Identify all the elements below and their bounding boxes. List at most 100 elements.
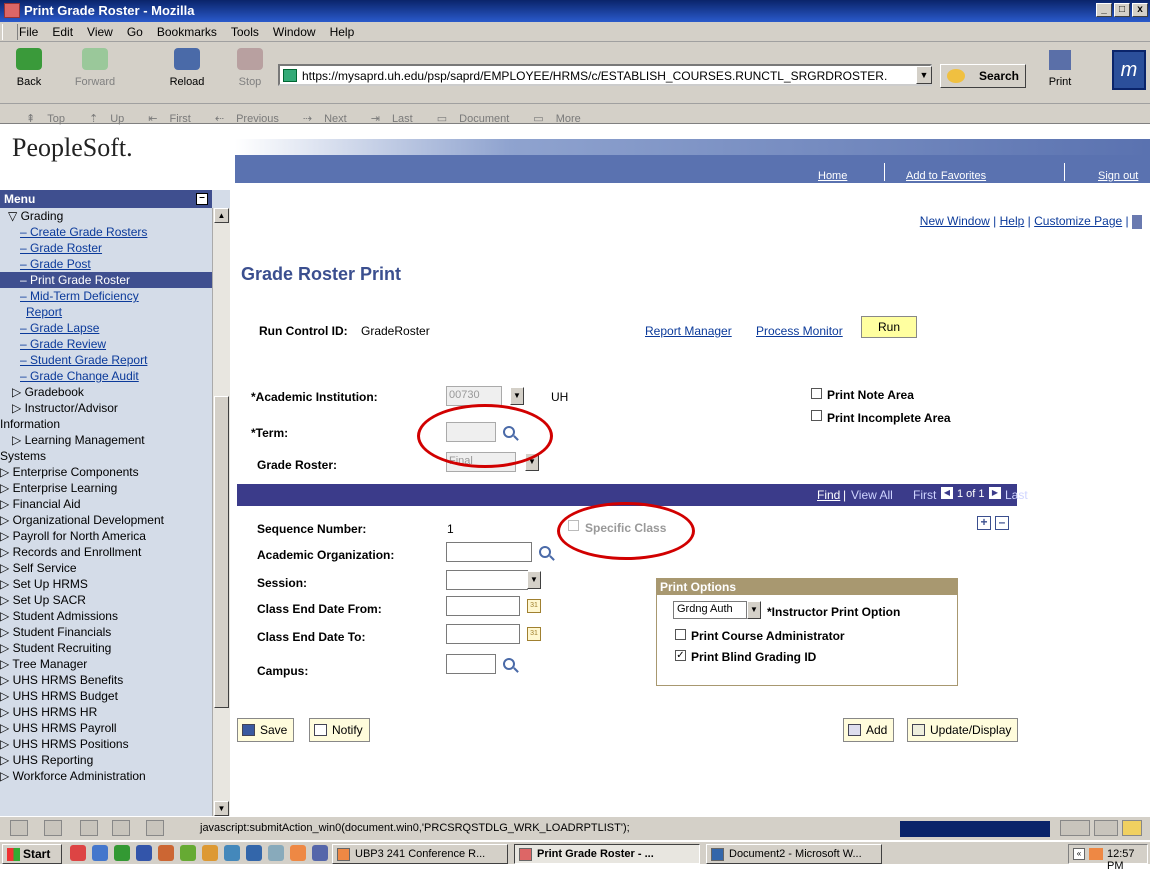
sidebar-item[interactable]: ▷ Tree Manager	[0, 656, 212, 672]
quicklaunch-icon[interactable]	[70, 845, 86, 861]
sidebar-item[interactable]: ▷ Organizational Development	[0, 512, 212, 528]
class-end-date-from-input[interactable]	[446, 596, 520, 616]
http-icon[interactable]	[1132, 214, 1142, 229]
cookie-icon[interactable]	[1094, 820, 1118, 836]
scrollbar-thumb[interactable]	[214, 396, 229, 708]
home-link[interactable]: Home	[818, 170, 847, 182]
find-link[interactable]: Find	[817, 488, 840, 502]
delete-row-icon[interactable]: –	[995, 516, 1009, 530]
start-button[interactable]: Start	[2, 844, 62, 864]
sidebar-item[interactable]: ▷ Enterprise Components	[0, 464, 212, 480]
menu-help[interactable]: Help	[323, 22, 362, 42]
tray-icon[interactable]	[1089, 848, 1103, 860]
session-select[interactable]	[446, 570, 528, 590]
sidebar-item[interactable]: – Print Grade Roster	[0, 272, 212, 288]
navigator-icon[interactable]	[10, 820, 28, 836]
process-monitor-link[interactable]: Process Monitor	[756, 324, 843, 338]
instructor-print-option-dropdown-icon[interactable]: ▼	[747, 601, 761, 619]
sidebar-item[interactable]: ▷ Self Service	[0, 560, 212, 576]
report-manager-link[interactable]: Report Manager	[645, 324, 732, 338]
sidebar-item[interactable]: ▷ UHS Reporting	[0, 752, 212, 768]
previous-row-icon[interactable]: ◀	[941, 487, 953, 499]
sidebar-item[interactable]: ▷ UHS HRMS Payroll	[0, 720, 212, 736]
class-end-date-to-input[interactable]	[446, 624, 520, 644]
campus-input[interactable]	[446, 654, 496, 674]
minimize-button[interactable]: _	[1096, 3, 1112, 17]
sidebar-item[interactable]: ▷ UHS HRMS HR	[0, 704, 212, 720]
academic-organization-input[interactable]	[446, 542, 532, 562]
nav-first[interactable]: ⇤ First	[136, 104, 203, 125]
sidebar-item[interactable]: ▷ UHS HRMS Positions	[0, 736, 212, 752]
sidebar-item[interactable]: Report	[0, 304, 212, 320]
sidebar-item[interactable]: ▷ UHS HRMS Benefits	[0, 672, 212, 688]
institution-dropdown-icon[interactable]: ▼	[510, 387, 524, 405]
calendar-icon[interactable]: 31	[527, 599, 541, 613]
forward-button[interactable]: Forward	[70, 48, 120, 88]
sidebar-item[interactable]: – Grade Post	[0, 256, 212, 272]
chat-icon[interactable]	[146, 820, 164, 836]
menu-edit[interactable]: Edit	[45, 22, 80, 42]
sidebar-item[interactable]: ▷ Set Up HRMS	[0, 576, 212, 592]
sidebar-item[interactable]: ▷ Financial Aid	[0, 496, 212, 512]
quicklaunch-icon[interactable]	[92, 845, 108, 861]
close-button[interactable]: x	[1132, 3, 1148, 17]
print-blind-grading-id-checkbox[interactable]: ✓	[675, 650, 686, 661]
tray-expand-icon[interactable]: «	[1073, 848, 1085, 860]
sidebar-item[interactable]: – Grade Change Audit	[0, 368, 212, 384]
quicklaunch-icon[interactable]	[312, 845, 328, 861]
save-button[interactable]: Save	[237, 718, 295, 742]
menu-view[interactable]: View	[80, 22, 120, 42]
nav-document[interactable]: ▭ Document	[425, 104, 522, 125]
academic-organization-lookup-icon[interactable]	[539, 546, 551, 558]
nav-last[interactable]: ⇥ Last	[359, 104, 425, 125]
url-dropdown-icon[interactable]: ▼	[916, 66, 932, 84]
sidebar-scrollbar[interactable]: ▲ ▼	[212, 208, 230, 816]
quicklaunch-icon[interactable]	[268, 845, 284, 861]
quicklaunch-icon[interactable]	[246, 845, 262, 861]
nav-previous[interactable]: ⇠ Previous	[203, 104, 291, 125]
sidebar-item[interactable]: ▷ Records and Enrollment	[0, 544, 212, 560]
sidebar-item[interactable]: ▷ Workforce Administration	[0, 768, 212, 784]
sidebar-item[interactable]: – Grade Lapse	[0, 320, 212, 336]
next-row-icon[interactable]: ▶	[989, 487, 1001, 499]
stop-button[interactable]: Stop	[230, 48, 270, 88]
back-button[interactable]: Back	[4, 48, 54, 88]
sidebar-item[interactable]: ▷ Instructor/Advisor	[0, 400, 212, 416]
sidebar-item[interactable]: – Grade Roster	[0, 240, 212, 256]
sidebar-item[interactable]: – Grade Review	[0, 336, 212, 352]
menu-bookmarks[interactable]: Bookmarks	[150, 22, 224, 42]
mail-icon[interactable]	[44, 820, 62, 836]
instructor-print-option-select[interactable]: Grdng Auth	[673, 601, 747, 619]
quicklaunch-icon[interactable]	[224, 845, 240, 861]
nav-more[interactable]: ▭ More	[521, 104, 592, 125]
quicklaunch-icon[interactable]	[136, 845, 152, 861]
sidebar-item[interactable]: – Mid-Term Deficiency	[0, 288, 212, 304]
taskbar-item-calendar[interactable]: UBP3 241 Conference R...	[332, 844, 508, 864]
run-button[interactable]: Run	[861, 316, 917, 338]
sidebar-item[interactable]: – Student Grade Report	[0, 352, 212, 368]
quicklaunch-icon[interactable]	[290, 845, 306, 861]
add-row-icon[interactable]: +	[977, 516, 991, 530]
search-button[interactable]: Search	[940, 64, 1026, 88]
update-display-button[interactable]: Update/Display	[907, 718, 1019, 742]
scroll-down-icon[interactable]: ▼	[214, 801, 229, 816]
taskbar-item-word[interactable]: Document2 - Microsoft W...	[706, 844, 882, 864]
print-incomplete-checkbox[interactable]	[811, 410, 822, 421]
sidebar-item[interactable]: ▽ Grading	[0, 208, 212, 224]
nav-top[interactable]: ⇞ Top	[14, 104, 77, 125]
composer-icon[interactable]	[80, 820, 98, 836]
customize-page-link[interactable]: Customize Page	[1034, 214, 1122, 228]
sidebar-item[interactable]: Information	[0, 416, 212, 432]
session-dropdown-icon[interactable]: ▼	[527, 571, 541, 589]
quicklaunch-icon[interactable]	[202, 845, 218, 861]
view-all-link[interactable]: View All	[851, 488, 893, 502]
sign-out-link[interactable]: Sign out	[1098, 170, 1138, 182]
quicklaunch-icon[interactable]	[158, 845, 174, 861]
help-link[interactable]: Help	[1000, 214, 1025, 228]
scroll-up-icon[interactable]: ▲	[214, 208, 229, 223]
menu-go[interactable]: Go	[120, 22, 150, 42]
taskbar-item-mozilla[interactable]: Print Grade Roster - ...	[514, 844, 700, 864]
sidebar-item[interactable]: Systems	[0, 448, 212, 464]
sidebar-item[interactable]: ▷ Learning Management	[0, 432, 212, 448]
nav-next[interactable]: ⇢ Next	[291, 104, 359, 125]
